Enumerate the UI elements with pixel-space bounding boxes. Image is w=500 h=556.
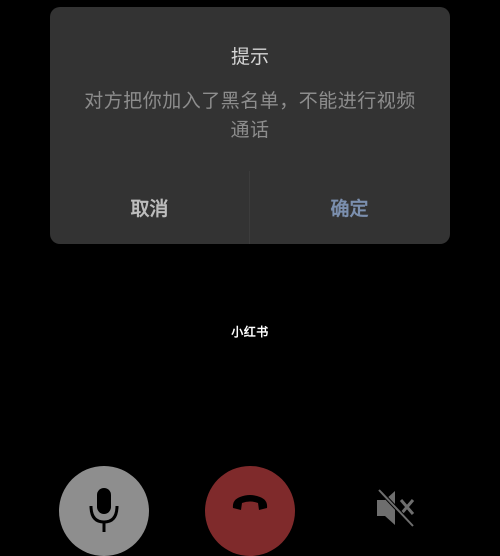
phone-hangup-icon — [230, 466, 270, 522]
mute-mic-button[interactable] — [59, 466, 149, 556]
dialog-message: 对方把你加入了黑名单，不能进行视频通话 — [84, 90, 416, 141]
alert-dialog: 提示 对方把你加入了黑名单，不能进行视频通话 取消 确定 — [50, 7, 450, 244]
speaker-button[interactable] — [350, 466, 440, 556]
cancel-button[interactable]: 取消 — [50, 171, 249, 244]
microphone-icon — [84, 466, 124, 538]
speaker-muted-icon — [373, 466, 417, 532]
hangup-button[interactable] — [205, 466, 295, 556]
dialog-title: 提示 — [230, 46, 269, 68]
confirm-button[interactable]: 确定 — [250, 171, 449, 244]
watermark: 小红书 — [231, 325, 269, 339]
